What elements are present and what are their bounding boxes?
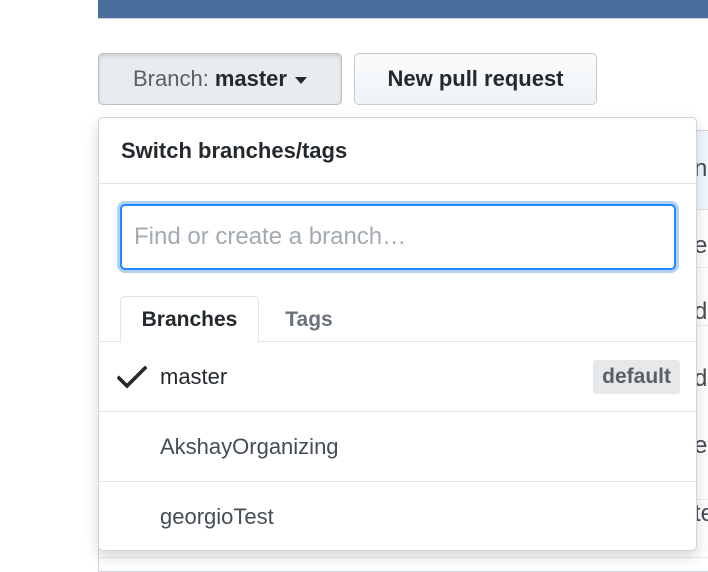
branch-item-label: georgioTest (160, 503, 274, 529)
branch-button-prefix: Branch: (133, 66, 209, 91)
check-icon (117, 365, 147, 389)
repo-header-bar (98, 0, 708, 19)
branch-item-master[interactable]: master default (99, 342, 696, 412)
branch-item-akshayorganizing[interactable]: AkshayOrganizing (99, 412, 696, 482)
menu-title: Switch branches/tags (99, 118, 696, 184)
branch-filter-input[interactable] (120, 204, 676, 270)
tab-tags[interactable]: Tags (269, 296, 349, 343)
filter-container (99, 184, 696, 272)
caret-down-icon (294, 76, 307, 84)
branch-item-label: AkshayOrganizing (160, 433, 339, 459)
branch-button-value: master (214, 66, 287, 91)
tab-branches[interactable]: Branches (120, 296, 259, 343)
new-pull-request-button[interactable]: New pull request (354, 53, 597, 105)
default-badge: default (593, 360, 680, 394)
branch-item-georgiotest[interactable]: georgioTest (99, 482, 696, 550)
menu-tabs: Branches Tags (99, 272, 696, 343)
branch-select-button[interactable]: Branch: master (98, 53, 342, 105)
branch-item-label: master (160, 363, 228, 389)
branch-select-menu: Switch branches/tags Branches Tags maste… (98, 117, 697, 551)
